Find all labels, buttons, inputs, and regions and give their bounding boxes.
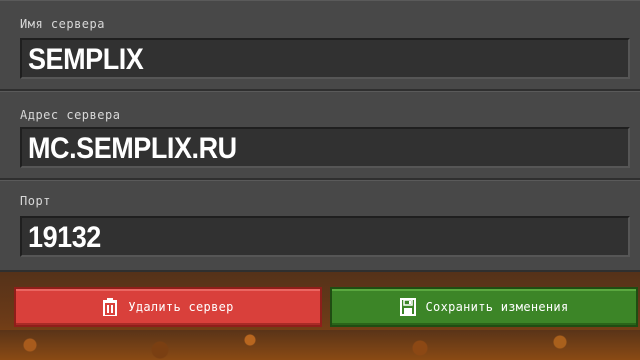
server-name-value: SEMPLIX (28, 43, 144, 76)
server-address-panel: Адрес сервера MC.SEMPLIX.RU (0, 91, 640, 180)
delete-server-label: Удалить сервер (128, 300, 234, 314)
port-panel: Порт 19132 (0, 180, 640, 272)
port-label: Порт (20, 194, 51, 208)
save-changes-button[interactable]: Сохранить изменения (330, 287, 638, 327)
server-name-input[interactable]: SEMPLIX (20, 38, 630, 79)
server-address-label: Адрес сервера (20, 108, 121, 122)
trash-icon (103, 298, 118, 316)
background-dirt (0, 330, 640, 360)
edit-server-screen: Имя сервера SEMPLIX Адрес сервера MC.SEM… (0, 0, 640, 360)
server-name-label: Имя сервера (20, 17, 105, 31)
port-value: 19132 (28, 221, 101, 254)
server-address-input[interactable]: MC.SEMPLIX.RU (20, 127, 630, 168)
save-changes-label: Сохранить изменения (425, 300, 569, 314)
server-name-panel: Имя сервера SEMPLIX (0, 0, 640, 91)
delete-server-button[interactable]: Удалить сервер (14, 287, 322, 327)
server-address-value: MC.SEMPLIX.RU (28, 132, 237, 165)
floppy-disk-icon (399, 298, 416, 316)
port-input[interactable]: 19132 (20, 216, 630, 257)
